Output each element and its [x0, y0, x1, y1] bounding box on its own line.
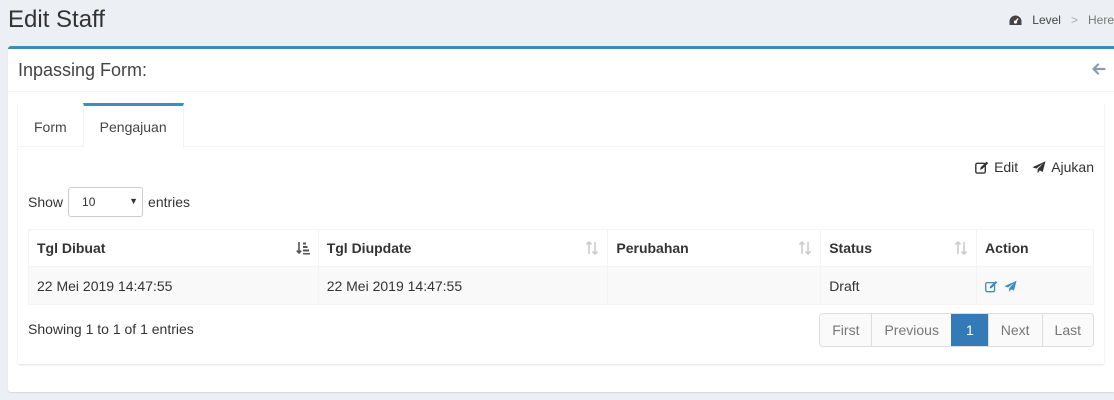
page-previous[interactable]: Previous [871, 314, 951, 346]
entries-select[interactable]: 10 [68, 187, 144, 217]
header-label: Status [829, 240, 872, 256]
cell-perubahan [607, 266, 822, 305]
submissions-table: Tgl Dibuat Tgl Diupdate Perubahan Status… [28, 229, 1094, 305]
cell-tgl-diupdate: 22 Mei 2019 14:47:55 [317, 266, 609, 305]
toolbar: Edit Ajukan [975, 159, 1094, 175]
row-submit-icon[interactable] [1004, 280, 1017, 293]
tab-bar: Form Pengajuan [18, 103, 1104, 148]
box-title: Inpassing Form: [18, 60, 148, 80]
breadcrumb: Level > Here [1009, 13, 1114, 27]
page-next[interactable]: Next [987, 314, 1042, 346]
submit-button[interactable]: Ajukan [1032, 159, 1094, 175]
breadcrumb-here: Here [1087, 13, 1114, 27]
header-perubahan[interactable]: Perubahan [607, 229, 822, 267]
row-edit-icon[interactable] [985, 280, 998, 293]
header-status[interactable]: Status [820, 229, 978, 267]
edit-button[interactable]: Edit [975, 159, 1018, 175]
entries-label: entries [148, 194, 191, 210]
sort-asc-icon [295, 242, 310, 255]
table-row: 22 Mei 2019 14:47:55 22 Mei 2019 14:47:5… [28, 266, 1094, 305]
cell-status: Draft [820, 266, 978, 305]
header-label: Perubahan [616, 240, 689, 256]
inpassing-box: Inpassing Form: Form Pengajuan Edit Ajuk… [8, 46, 1114, 392]
table-info: Showing 1 to 1 of 1 entries [28, 321, 194, 337]
page-current[interactable]: 1 [950, 314, 988, 346]
header-tgl-diupdate[interactable]: Tgl Diupdate [317, 229, 609, 267]
show-label: Show [28, 194, 64, 210]
length-select-wrap: 10 ▼ [68, 187, 144, 217]
page-last[interactable]: Last [1041, 314, 1093, 346]
header-label: Tgl Dibuat [37, 240, 106, 256]
pagination: First Previous 1 Next Last [819, 313, 1094, 347]
breadcrumb-separator: > [1070, 13, 1078, 27]
tab-content: Edit Ajukan Show 10 ▼ entries Tgl Dibuat… [18, 147, 1104, 363]
header-tgl-dibuat[interactable]: Tgl Dibuat [28, 229, 319, 267]
cell-tgl-dibuat: 22 Mei 2019 14:47:55 [28, 266, 319, 305]
tabs-panel: Form Pengajuan Edit Ajukan Show 10 ▼ ent… [18, 103, 1104, 364]
box-header: Inpassing Form: [8, 49, 1114, 92]
header-action: Action [976, 229, 1094, 267]
page-title: Edit Staff [8, 6, 105, 33]
tab-pengajuan[interactable]: Pengajuan [82, 103, 184, 148]
edit-icon [975, 161, 989, 174]
breadcrumb-level[interactable]: Level [1032, 13, 1061, 27]
cell-action [976, 266, 1094, 305]
sort-icon [586, 241, 599, 255]
page-first[interactable]: First [820, 314, 872, 346]
sort-icon [954, 241, 968, 255]
header-label: Tgl Diupdate [326, 240, 412, 256]
dashboard-icon [1009, 15, 1022, 25]
paper-plane-icon [1032, 160, 1046, 173]
table-header-row: Tgl Dibuat Tgl Diupdate Perubahan Status… [28, 229, 1094, 267]
tab-form[interactable]: Form [18, 103, 83, 147]
sort-icon [799, 241, 812, 255]
arrow-left-icon[interactable] [1092, 62, 1106, 76]
header-label: Action [985, 240, 1029, 256]
edit-label: Edit [994, 159, 1019, 175]
submit-label: Ajukan [1051, 159, 1094, 175]
entries-length: Show 10 ▼ entries [28, 187, 190, 217]
